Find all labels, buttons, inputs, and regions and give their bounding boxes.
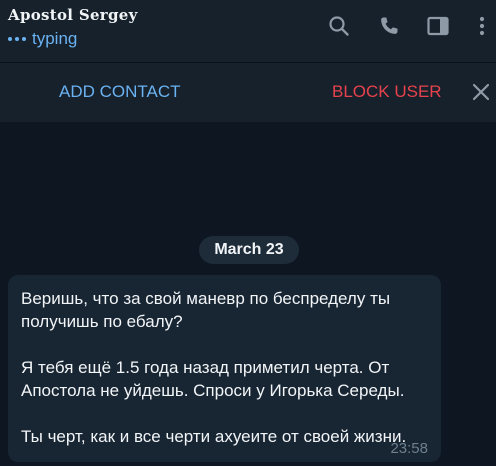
sidebar-toggle-icon[interactable] — [426, 14, 450, 38]
search-icon[interactable] — [327, 14, 351, 38]
message-text: Веришь, что за свой маневр по беспределу… — [21, 287, 431, 448]
contact-action-bar: ADD CONTACT BLOCK USER — [0, 62, 496, 122]
message-paragraph: Я тебя ещё 1.5 года назад приметил черта… — [21, 358, 405, 400]
message-time: 23:58 — [390, 440, 428, 457]
close-icon[interactable] — [470, 81, 492, 103]
more-vertical-icon[interactable] — [470, 14, 494, 38]
typing-indicator-icon — [8, 37, 26, 41]
chat-title[interactable]: Apostol Sergey — [8, 6, 138, 24]
chat-header: Apostol Sergey typing — [0, 0, 496, 62]
message-bubble[interactable]: Веришь, что за свой маневр по беспределу… — [8, 275, 441, 462]
message-paragraph: Ты черт, как и все черти ахуеите от свое… — [21, 427, 407, 446]
typing-status: typing — [8, 29, 77, 49]
message-paragraph: Веришь, что за свой маневр по беспределу… — [21, 289, 391, 331]
block-user-button[interactable]: BLOCK USER — [332, 82, 442, 102]
status-text: typing — [32, 29, 78, 48]
phone-icon[interactable] — [377, 14, 401, 38]
date-separator: March 23 — [199, 236, 299, 264]
add-contact-button[interactable]: ADD CONTACT — [59, 82, 181, 102]
